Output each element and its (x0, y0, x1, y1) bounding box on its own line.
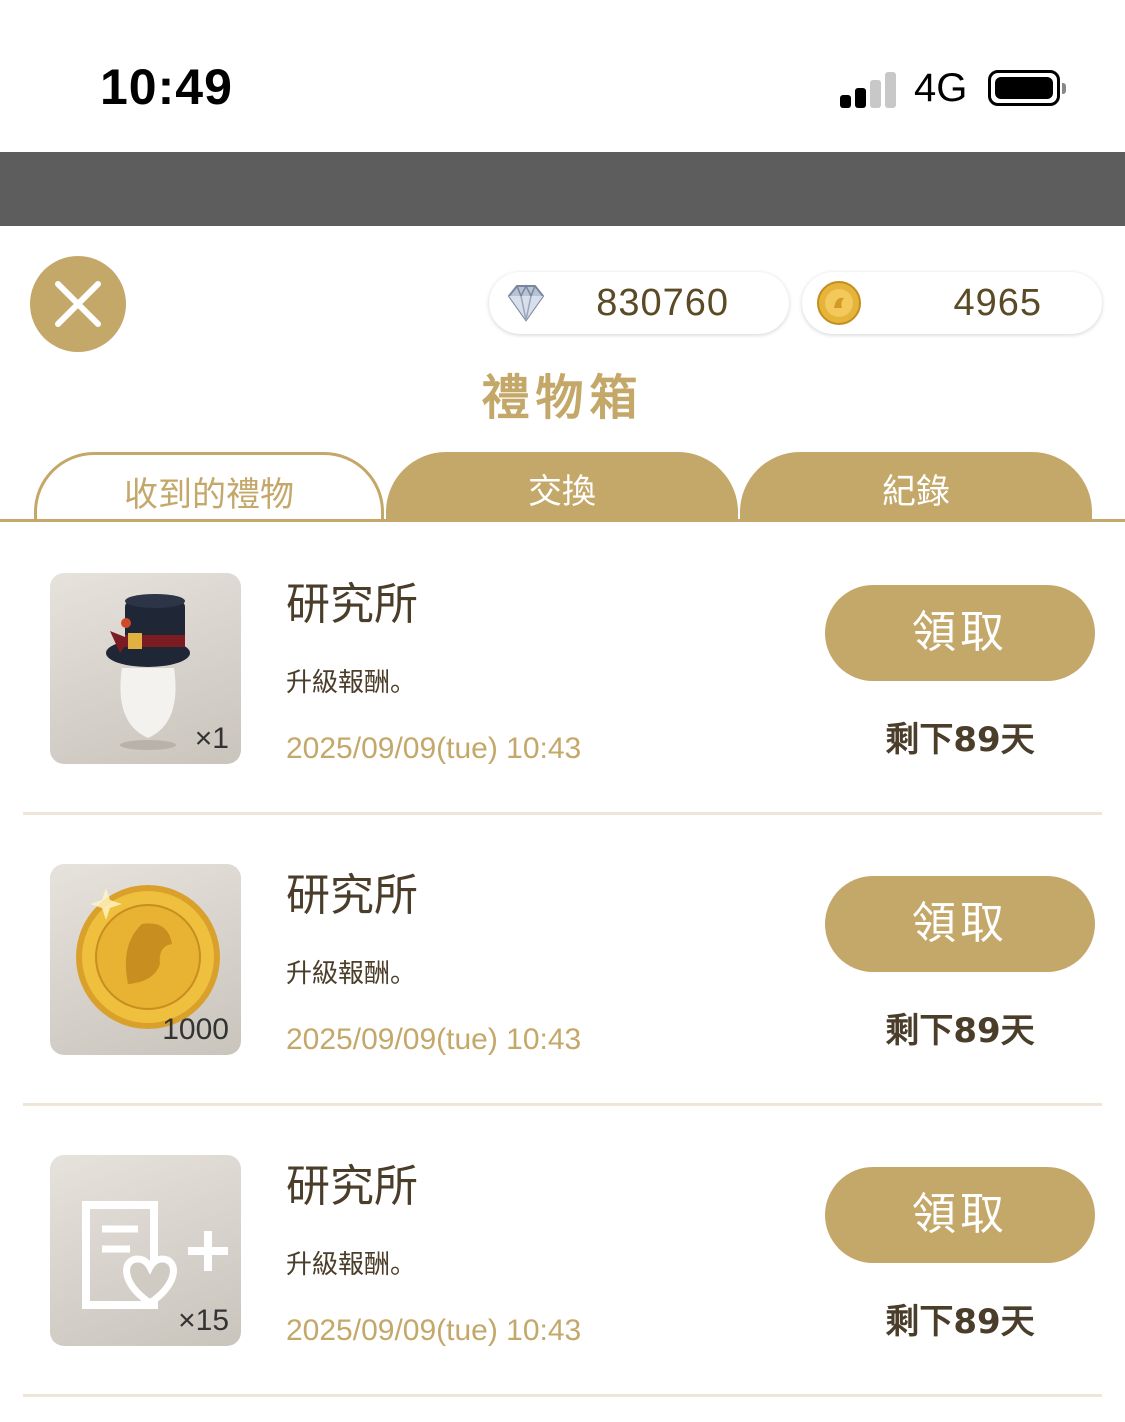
gift-item: ×15 研究所 升級報酬。 2025/09/09(tue) 10:43 領取 剩… (0, 1106, 1125, 1397)
tab-bar: 收到的禮物 交換 紀錄 (0, 452, 1125, 524)
diamond-count: 830760 (596, 282, 729, 324)
tab-baseline (0, 519, 1125, 522)
coin-icon (817, 281, 861, 325)
row-divider (23, 1394, 1102, 1397)
diamond-balance: 830760 (489, 272, 789, 334)
claim-button[interactable]: 領取 (825, 1167, 1095, 1263)
remaining-days: 剩下89天 (885, 720, 1035, 760)
gift-description: 升級報酬。 (286, 1250, 417, 1280)
close-button[interactable] (30, 256, 126, 352)
network-label: 4G (914, 66, 968, 110)
gift-description: 升級報酬。 (286, 668, 417, 698)
diamond-icon (507, 284, 545, 322)
gift-title: 研究所 (286, 579, 418, 630)
gift-thumbnail: 1000 (50, 864, 241, 1055)
tab-exchange[interactable]: 交換 (386, 452, 738, 522)
claim-button[interactable]: 領取 (825, 585, 1095, 681)
close-icon (55, 281, 101, 327)
gift-thumbnail: ×1 (50, 573, 241, 764)
gift-date: 2025/09/09(tue) 10:43 (286, 1314, 582, 1347)
gift-description: 升級報酬。 (286, 959, 417, 989)
page-title: 禮物箱 (481, 370, 644, 426)
coin-balance: 4965 (802, 272, 1102, 334)
tab-received-gifts[interactable]: 收到的禮物 (34, 452, 384, 522)
gift-thumbnail: ×15 (50, 1155, 241, 1346)
signal-icon (840, 70, 900, 108)
status-bar: 10:49 4G (0, 0, 1125, 152)
gift-item: 1000 研究所 升級報酬。 2025/09/09(tue) 10:43 領取 … (0, 815, 1125, 1106)
coin-count: 4965 (953, 282, 1042, 324)
remaining-days: 剩下89天 (885, 1011, 1035, 1051)
gift-quantity: ×15 (178, 1304, 229, 1337)
gift-date: 2025/09/09(tue) 10:43 (286, 1023, 582, 1056)
claim-button[interactable]: 領取 (825, 876, 1095, 972)
gift-quantity: ×1 (194, 722, 229, 755)
battery-icon (988, 70, 1066, 106)
gift-title: 研究所 (286, 1161, 418, 1212)
remaining-days: 剩下89天 (885, 1302, 1035, 1342)
top-band (0, 152, 1125, 226)
gift-list: ×1 研究所 升級報酬。 2025/09/09(tue) 10:43 領取 剩下… (0, 524, 1125, 1397)
gift-quantity: 1000 (162, 1013, 229, 1046)
gift-title: 研究所 (286, 870, 418, 921)
tab-records[interactable]: 紀錄 (740, 452, 1092, 522)
status-time: 10:49 (100, 59, 233, 115)
gift-date: 2025/09/09(tue) 10:43 (286, 732, 582, 765)
gift-item: ×1 研究所 升級報酬。 2025/09/09(tue) 10:43 領取 剩下… (0, 524, 1125, 815)
